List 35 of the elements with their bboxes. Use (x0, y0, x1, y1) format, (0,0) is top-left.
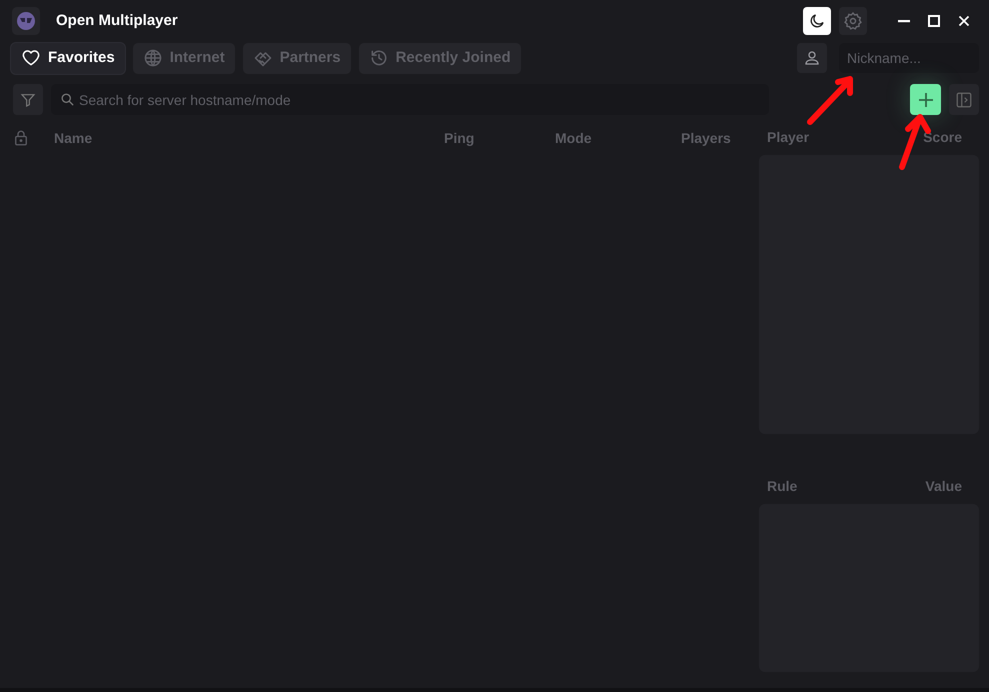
column-header: Players (681, 128, 731, 148)
plus-icon (916, 90, 934, 108)
tab[interactable]: Internet (132, 42, 235, 74)
theme-toggle-button[interactable] (803, 7, 831, 36)
tab[interactable]: Partners (242, 42, 351, 74)
column-header: Score (923, 128, 962, 147)
settings-button[interactable] (839, 7, 867, 36)
maximize-icon (928, 15, 940, 28)
column-header: Name (54, 128, 94, 148)
window-title: Open Multiplayer (56, 10, 178, 31)
column-header: Value (925, 477, 962, 496)
filter-button[interactable] (13, 84, 43, 115)
annotation-arrow (807, 76, 853, 125)
column-header: Mode (555, 128, 593, 148)
user-icon (797, 43, 827, 74)
column-header: Rule (767, 477, 798, 496)
lock-icon (12, 129, 30, 147)
tab[interactable]: Favorites (11, 42, 125, 74)
gear-icon (843, 11, 863, 32)
filter-icon (20, 92, 36, 108)
tab[interactable]: Recently Joined (358, 42, 521, 74)
search-field[interactable]: Search for server hostname/mode (51, 84, 769, 115)
toggle-panel-button[interactable] (949, 84, 979, 115)
globe-icon (142, 48, 163, 68)
heart-icon (21, 48, 41, 68)
app-logo-icon (12, 7, 40, 36)
close-icon (958, 15, 970, 28)
column-header: Ping (444, 128, 476, 148)
search-icon (60, 92, 75, 107)
sidebar-icon (955, 90, 973, 108)
history-icon (368, 48, 389, 68)
moon-icon (808, 12, 826, 30)
add-server-button[interactable] (910, 84, 941, 115)
nickname-field[interactable]: Nickname... (839, 43, 979, 74)
column-header: Player (767, 128, 810, 147)
